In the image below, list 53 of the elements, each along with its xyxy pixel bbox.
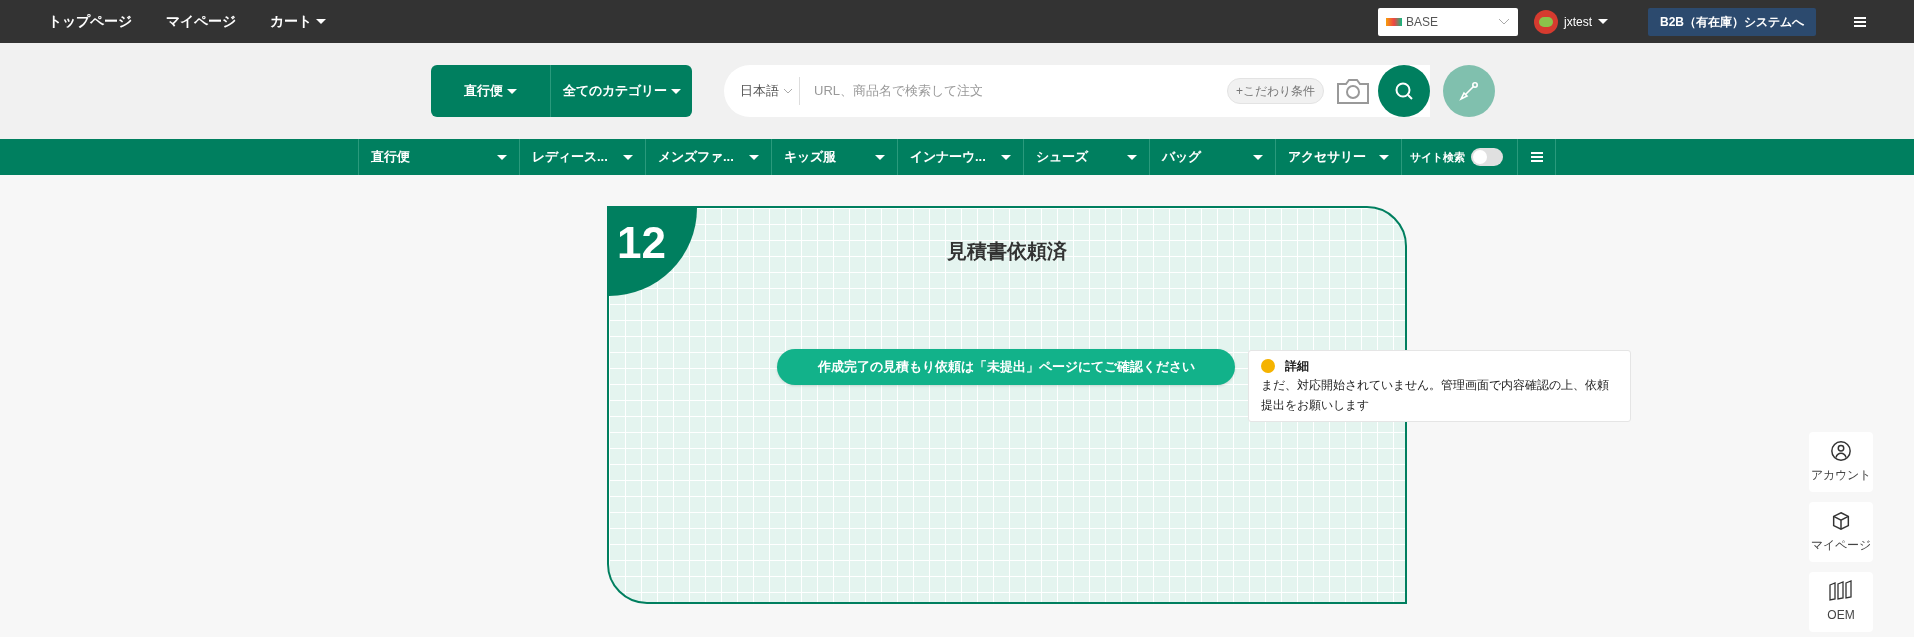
store-select[interactable]: BASE: [1377, 7, 1518, 36]
category-tab[interactable]: メンズファ...: [646, 139, 772, 175]
category-tab[interactable]: レディース...: [520, 139, 646, 175]
caret-icon: [623, 154, 633, 160]
search-input[interactable]: URL、商品名で検索して注文: [814, 81, 1227, 101]
tooltip-title: 詳細: [1285, 358, 1309, 375]
caret-icon: [1127, 154, 1137, 160]
category-tab[interactable]: シューズ: [1024, 139, 1150, 175]
card-title: 見積書依頼済: [947, 239, 1067, 264]
info-icon: [1261, 359, 1275, 373]
search-icon: [1394, 81, 1414, 101]
category-dropdown[interactable]: 全てのカテゴリー: [551, 65, 692, 117]
site-search-toggle[interactable]: [1471, 148, 1503, 166]
tooltip-text: まだ、対応開始されていません。管理画面で内容確認の上、依頼提出をお願いします: [1261, 377, 1610, 414]
side-button[interactable]: マイページ: [1809, 502, 1873, 562]
caret-icon: [507, 88, 517, 94]
chevron-down-icon: [783, 88, 793, 94]
nav-link[interactable]: トップページ: [48, 11, 132, 32]
side-button[interactable]: アカウント: [1809, 432, 1873, 492]
caret-icon: [875, 154, 885, 160]
caret-icon: [1253, 154, 1263, 160]
camera-icon[interactable]: [1336, 77, 1370, 105]
caret-icon: [1001, 154, 1011, 160]
user-name: jxtest: [1563, 13, 1592, 31]
caret-icon: [1598, 19, 1608, 24]
caret-icon: [1379, 154, 1389, 160]
panels-icon: [1828, 580, 1854, 602]
search-button[interactable]: [1378, 65, 1430, 117]
avatar-icon: [1533, 9, 1558, 34]
category-tab[interactable]: バッグ: [1150, 139, 1276, 175]
category-tab[interactable]: インナーウ...: [898, 139, 1024, 175]
shipping-dropdown[interactable]: 直行便: [431, 65, 551, 117]
category-tab[interactable]: アクセサリー: [1276, 139, 1402, 175]
category-tab[interactable]: キッズ服: [772, 139, 898, 175]
menu-icon[interactable]: [1854, 16, 1866, 27]
category-tab[interactable]: 直行便: [358, 139, 520, 175]
caret-icon: [497, 154, 507, 160]
count-badge: 12: [609, 208, 697, 296]
box-icon: [1830, 510, 1852, 532]
system-button[interactable]: B2B（有在庫）システムへ: [1648, 7, 1816, 36]
caret-icon: [670, 88, 681, 94]
nav-link[interactable]: カート: [270, 11, 326, 32]
caret-icon: [749, 154, 759, 160]
user-menu[interactable]: jxtest: [1533, 9, 1608, 34]
nav-link[interactable]: マイページ: [166, 11, 236, 32]
filter-chip[interactable]: +こだわり条件: [1227, 78, 1324, 104]
chevron-down-icon: [1497, 17, 1510, 26]
user-icon: [1830, 440, 1852, 462]
store-name: BASE: [1405, 13, 1439, 31]
side-button[interactable]: OEM: [1809, 572, 1873, 632]
action-button[interactable]: 作成完了の見積もり依頼は「未提出」ページにてご確認ください: [777, 349, 1235, 385]
site-search-label: サイト検索: [1410, 149, 1465, 165]
language-select[interactable]: 日本語: [740, 77, 800, 105]
